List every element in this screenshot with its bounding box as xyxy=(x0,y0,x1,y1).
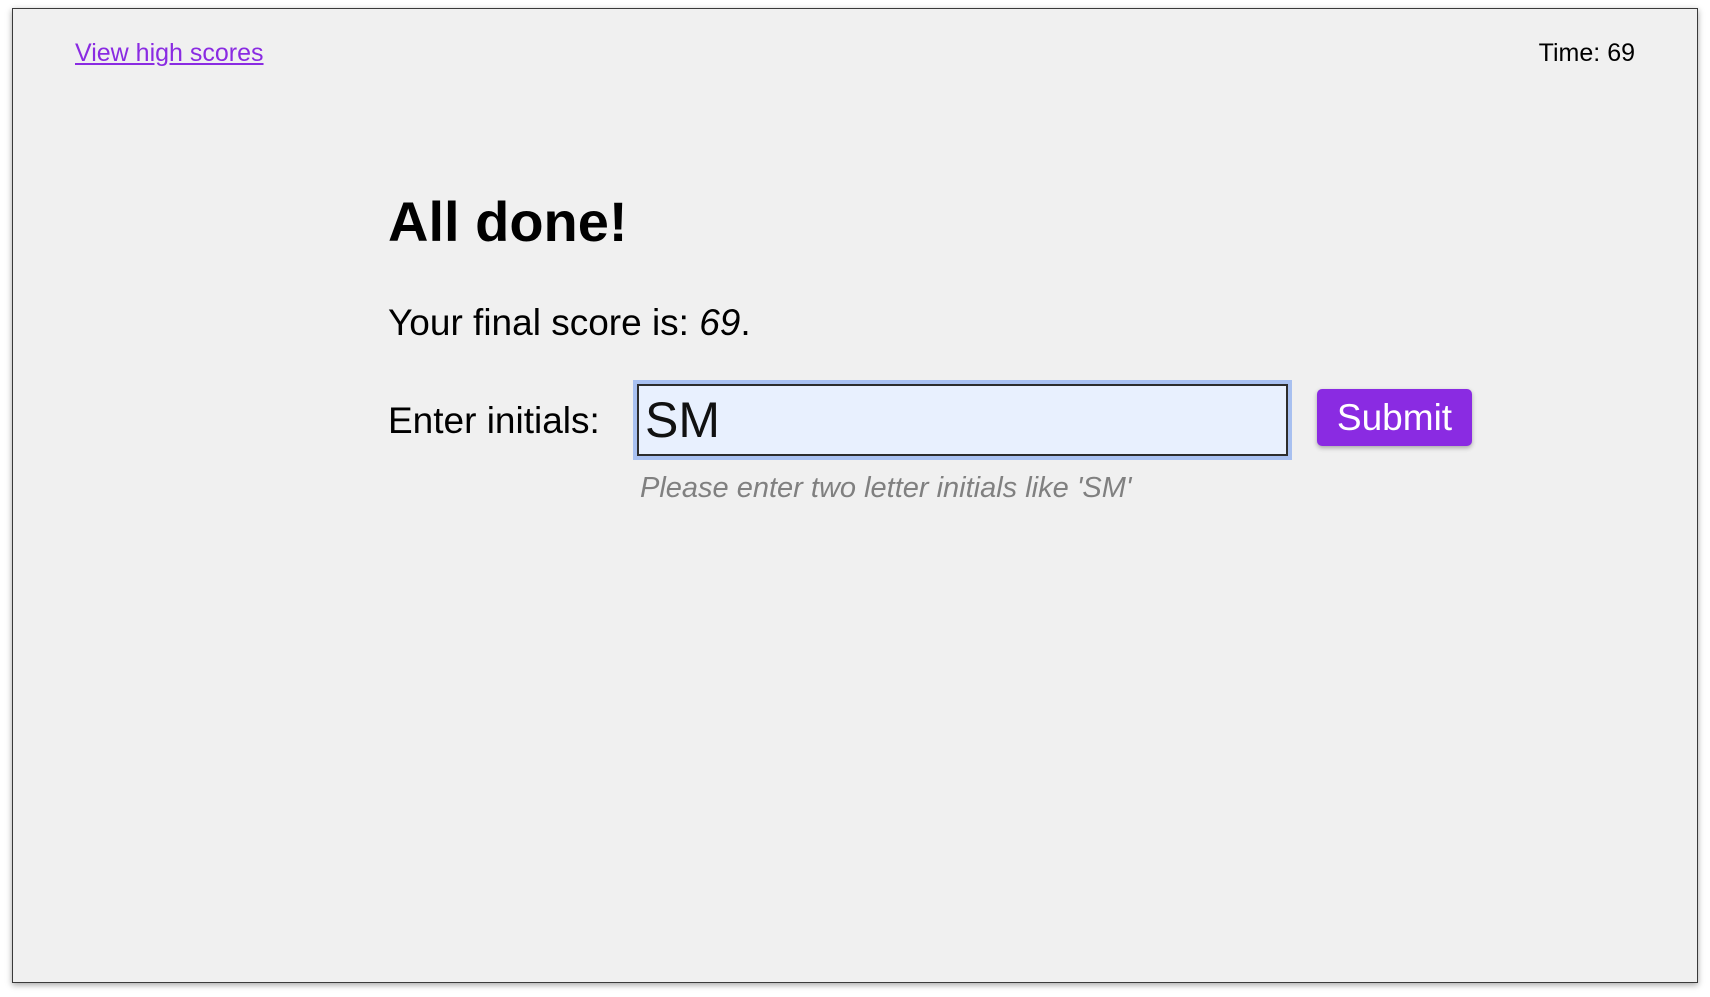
initials-form: Enter initials: Submit Please enter two … xyxy=(388,380,1488,504)
timer-label: Time: xyxy=(1538,39,1601,67)
submit-button[interactable]: Submit xyxy=(1317,389,1472,446)
score-suffix: . xyxy=(740,302,751,343)
timer: Time: 69 xyxy=(1539,39,1635,68)
page-title: All done! xyxy=(388,190,628,253)
view-high-scores-link[interactable]: View high scores xyxy=(75,39,264,68)
initials-label: Enter initials: xyxy=(388,400,600,441)
initials-input[interactable] xyxy=(633,380,1292,460)
score-prefix: Your final score is: xyxy=(388,302,689,343)
initials-hint: Please enter two letter initials like 'S… xyxy=(640,472,1132,504)
app-window: View high scores Time: 69 All done! Your… xyxy=(12,8,1698,983)
final-score-value: 69 xyxy=(699,302,741,343)
results-panel: All done! Your final score is: 69. Enter… xyxy=(388,190,1472,504)
final-score-line: Your final score is: 69. xyxy=(388,302,751,344)
timer-value: 69 xyxy=(1607,39,1635,67)
